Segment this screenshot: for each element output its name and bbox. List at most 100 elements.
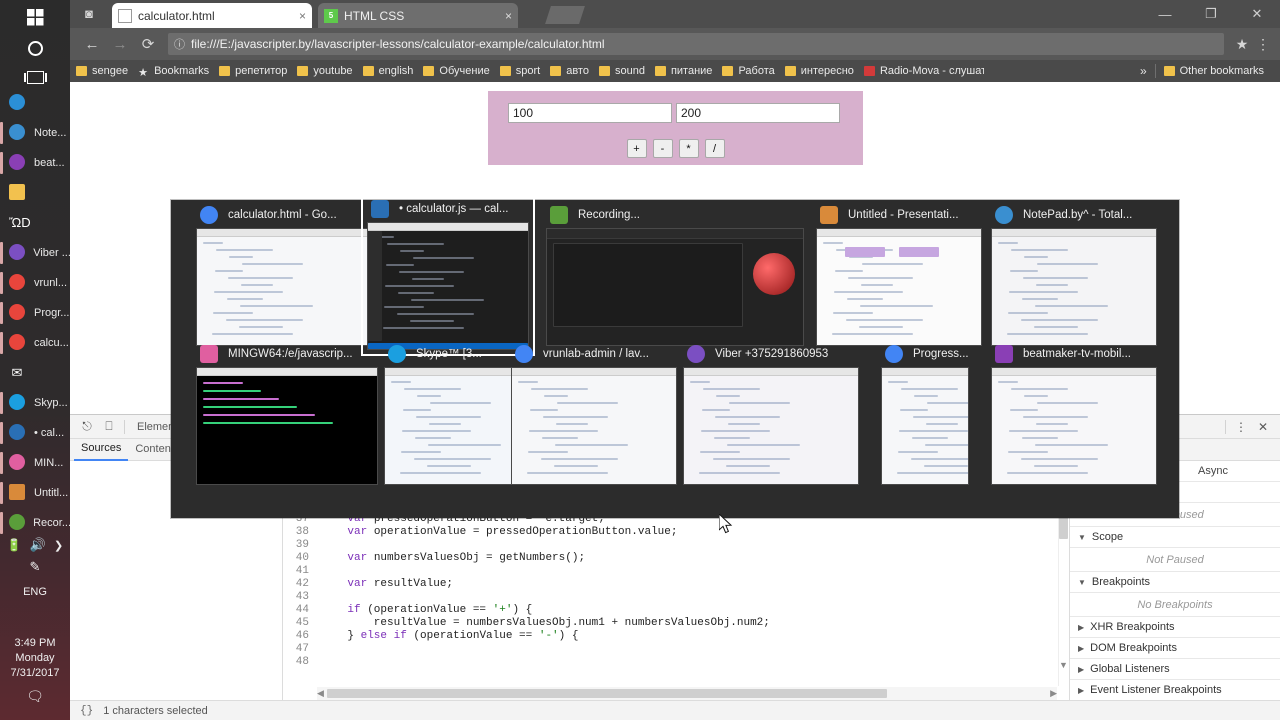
- inspect-element-icon[interactable]: ⎋: [76, 419, 98, 434]
- clock-time[interactable]: 3:49 PM: [0, 636, 70, 651]
- debugger-section-event-listener-breakpoints[interactable]: ▶ Event Listener Breakpoints: [1070, 680, 1280, 700]
- close-icon[interactable]: ×: [495, 9, 512, 23]
- taskbar-item-skyp[interactable]: Skyp...: [0, 388, 70, 418]
- clock-day[interactable]: Monday: [0, 651, 70, 666]
- system-tray[interactable]: 🔋 🔊 ❯: [0, 536, 70, 554]
- debugger-section-global-listeners[interactable]: ▶ Global Listeners: [1070, 659, 1280, 680]
- scroll-right-arrow-icon[interactable]: ▶: [1050, 688, 1057, 699]
- taskbar-item-viber[interactable]: Viber ...: [0, 238, 70, 268]
- bookmark-english[interactable]: english: [362, 65, 413, 77]
- task-switcher-overlay[interactable]: calculator.html - Go... • calculator.js —…: [171, 190, 1179, 534]
- debugger-section-scope[interactable]: ▼ Scope: [1070, 527, 1280, 548]
- task-switcher-item-thumbnail[interactable]: [196, 228, 378, 346]
- minimize-button[interactable]: —: [1142, 0, 1188, 28]
- bookmark-sport[interactable]: sport: [499, 65, 540, 77]
- show-hidden-icons-chevron[interactable]: ❯: [54, 539, 63, 552]
- taskbar-item-min[interactable]: MIN...: [0, 448, 70, 478]
- task-switcher-item-0[interactable]: calculator.html - Go...: [196, 202, 378, 346]
- task-switcher-item-thumbnail[interactable]: [683, 367, 859, 485]
- task-switcher-item-10[interactable]: beatmaker-tv-mobil...: [991, 341, 1157, 485]
- taskbar-item-store[interactable]: ὬD: [0, 208, 70, 238]
- battery-icon[interactable]: 🔋: [7, 538, 22, 552]
- new-tab-button[interactable]: [545, 6, 585, 24]
- subtab-sources[interactable]: Sources: [74, 438, 129, 461]
- scrollbar-thumb[interactable]: [327, 689, 887, 698]
- task-switcher-item-thumbnail[interactable]: [367, 222, 529, 350]
- bookmark-интересно[interactable]: интересно: [784, 65, 854, 77]
- task-switcher-item-9[interactable]: Progress...: [881, 341, 969, 485]
- operation-button-divide[interactable]: /: [704, 139, 725, 158]
- task-switcher-item-thumbnail[interactable]: [881, 367, 969, 485]
- operation-button-plus[interactable]: +: [626, 139, 647, 158]
- incognito-profile-icon[interactable]: ◙: [78, 4, 100, 24]
- taskbar-item-untitl[interactable]: Untitl...: [0, 478, 70, 508]
- bookmark-bookmarks[interactable]: ★ Bookmarks: [138, 65, 209, 79]
- taskbar-item-mail[interactable]: ✉: [0, 358, 70, 388]
- number1-input[interactable]: [508, 103, 672, 123]
- bookmark-star-icon[interactable]: ★: [1230, 36, 1254, 53]
- browser-tab-calculator[interactable]: calculator.html ×: [112, 3, 312, 28]
- chrome-menu-icon[interactable]: ⋮: [1254, 36, 1272, 53]
- bookmark-работа[interactable]: Работа: [722, 65, 775, 77]
- bookmark-radio-mova-слушат[interactable]: Radio-Mova - слушат: [863, 65, 984, 77]
- bookmark-sound[interactable]: sound: [598, 65, 645, 77]
- bookmark-sengee[interactable]: sengee: [76, 65, 128, 77]
- close-icon[interactable]: ×: [289, 9, 306, 23]
- maximize-button[interactable]: ❐: [1188, 0, 1234, 28]
- taskbar-item-edge[interactable]: [0, 88, 70, 118]
- task-switcher-item-thumbnail[interactable]: [511, 367, 677, 485]
- action-center-button[interactable]: 🗨: [0, 686, 70, 706]
- task-switcher-item-3[interactable]: Untitled - Presentati...: [816, 202, 982, 346]
- task-switcher-item-4[interactable]: NotePad.by^ - Total...: [991, 202, 1157, 346]
- taskbar-item-cal[interactable]: • cal...: [0, 418, 70, 448]
- task-switcher-item-thumbnail[interactable]: [546, 228, 804, 346]
- scroll-down-arrow-icon[interactable]: ▼: [1059, 660, 1068, 670]
- forward-button[interactable]: →: [106, 36, 134, 53]
- task-switcher-item-thumbnail[interactable]: [991, 367, 1157, 485]
- task-switcher-item-thumbnail[interactable]: [991, 228, 1157, 346]
- device-toolbar-icon[interactable]: ⎕: [98, 419, 120, 434]
- more-options-icon[interactable]: ⋮: [1230, 420, 1252, 434]
- taskbar-item-progr[interactable]: Progr...: [0, 298, 70, 328]
- close-window-button[interactable]: ✕: [1234, 0, 1280, 28]
- taskbar-item-calcu[interactable]: calcu...: [0, 328, 70, 358]
- reload-button[interactable]: ⟳: [134, 35, 162, 53]
- taskbar-item-recor[interactable]: Recor...: [0, 508, 70, 538]
- debugger-section-dom-breakpoints[interactable]: ▶ DOM Breakpoints: [1070, 638, 1280, 659]
- cortana-button[interactable]: [0, 34, 70, 62]
- debugger-section-breakpoints[interactable]: ▼ Breakpoints: [1070, 572, 1280, 593]
- task-switcher-item-thumbnail[interactable]: [196, 367, 378, 485]
- taskbar-item-note[interactable]: Note...: [0, 118, 70, 148]
- bookmark-обучение[interactable]: Обучение: [423, 65, 490, 77]
- page-info-icon[interactable]: ⓘ: [174, 36, 185, 52]
- taskbar-item-vrunl[interactable]: vrunl...: [0, 268, 70, 298]
- debugger-section-xhr-breakpoints[interactable]: ▶ XHR Breakpoints: [1070, 617, 1280, 638]
- bookmark-питание[interactable]: питание: [654, 65, 712, 77]
- task-switcher-item-8[interactable]: Viber +375291860953: [683, 341, 859, 485]
- task-switcher-item-thumbnail[interactable]: [816, 228, 982, 346]
- clock-date[interactable]: 7/31/2017: [0, 666, 70, 681]
- pen-workspace-button[interactable]: ✎: [0, 558, 70, 576]
- task-switcher-item-1[interactable]: • calculator.js — cal...: [361, 190, 535, 356]
- code-horizontal-scrollbar[interactable]: ◀ ▶: [317, 687, 1057, 700]
- browser-tab-htmlcss[interactable]: 5 HTML CSS ×: [318, 3, 518, 28]
- volume-icon[interactable]: 🔊: [30, 537, 46, 553]
- taskbar-item-beat[interactable]: beat...: [0, 148, 70, 178]
- close-devtools-icon[interactable]: ✕: [1252, 420, 1274, 434]
- scroll-left-arrow-icon[interactable]: ◀: [317, 688, 324, 699]
- bookmark-авто[interactable]: авто: [550, 65, 589, 77]
- other-bookmarks-folder[interactable]: Other bookmarks: [1163, 65, 1264, 77]
- bookmarks-overflow-button[interactable]: »: [1132, 64, 1155, 78]
- task-switcher-item-5[interactable]: MINGW64:/e/javascrip...: [196, 341, 378, 485]
- task-switcher-item-7[interactable]: vrunlab-admin / lav...: [511, 341, 677, 485]
- operation-button-multiply[interactable]: *: [678, 139, 699, 158]
- task-switcher-item-2[interactable]: Recording...: [546, 202, 804, 346]
- windows-taskbar[interactable]: Note... beat... ὬD Viber ... vrunl... Progr..…: [0, 0, 70, 720]
- taskbar-item-file-explorer[interactable]: [0, 178, 70, 208]
- operation-button-minus[interactable]: -: [652, 139, 673, 158]
- back-button[interactable]: ←: [78, 36, 106, 53]
- format-code-icon[interactable]: {}: [80, 705, 93, 717]
- number2-input[interactable]: [676, 103, 840, 123]
- address-bar[interactable]: ⓘ file:///E:/javascripter.by/lavascripte…: [168, 33, 1224, 55]
- bookmark-репетитор[interactable]: репетитор: [219, 65, 287, 77]
